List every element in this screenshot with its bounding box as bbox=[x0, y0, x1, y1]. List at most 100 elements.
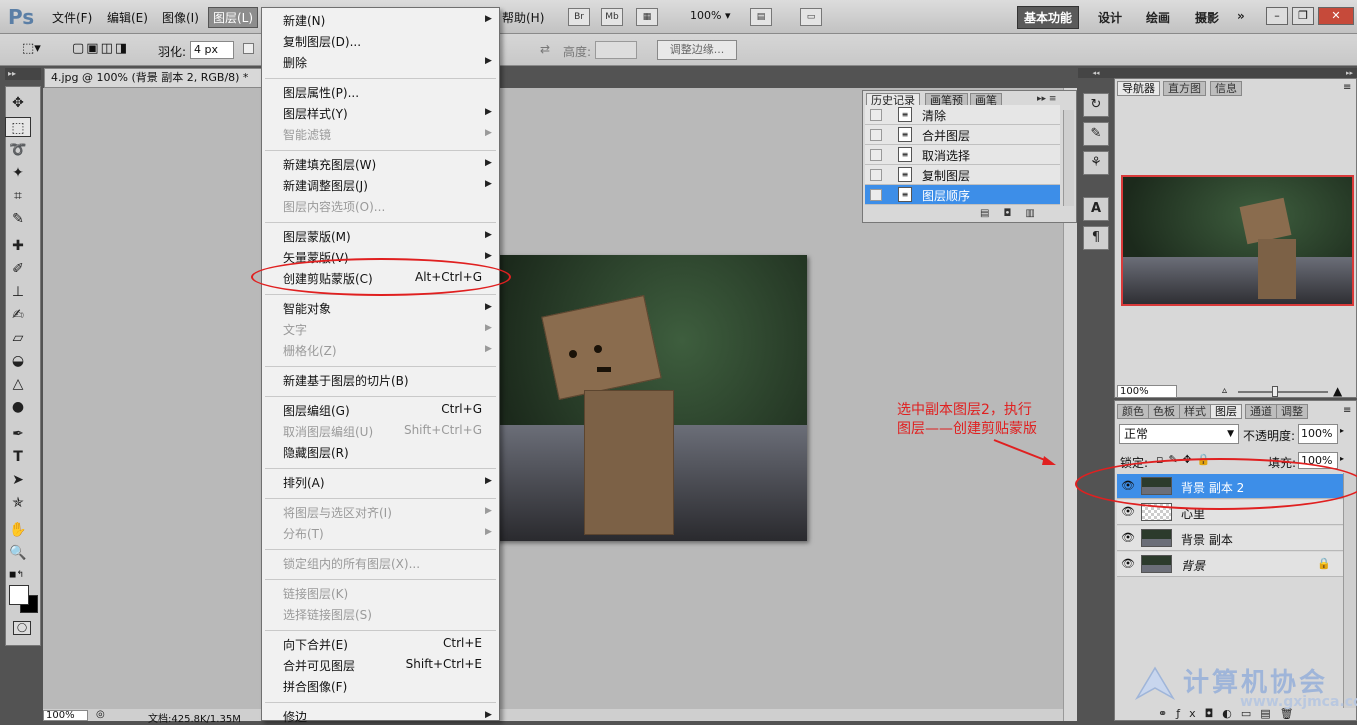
menu-item[interactable]: 拼合图像(F) bbox=[283, 678, 347, 695]
antialias-checkbox[interactable] bbox=[243, 43, 254, 54]
blend-mode-select[interactable]: 正常 ▼ bbox=[1119, 424, 1239, 444]
tab-layers[interactable]: 图层 bbox=[1210, 404, 1242, 419]
menu-layer[interactable]: 图层(L) bbox=[208, 7, 259, 28]
swap-icon[interactable]: ⇄ bbox=[540, 42, 550, 56]
menu-item[interactable]: 修边 bbox=[283, 708, 307, 725]
menu-item[interactable]: 智能对象 bbox=[283, 300, 331, 317]
menu-item[interactable]: 向下合并(E) bbox=[283, 636, 348, 653]
menu-item[interactable]: 删除 bbox=[283, 54, 307, 71]
bridge-button[interactable]: Br bbox=[568, 8, 590, 26]
layer-thumbnail[interactable] bbox=[1141, 529, 1172, 547]
menu-item[interactable]: 新建填充图层(W) bbox=[283, 156, 376, 173]
status-zoom-input[interactable]: 100% bbox=[43, 710, 88, 721]
tab-info[interactable]: 信息 bbox=[1210, 81, 1242, 96]
layer-row[interactable]: 👁 背景 副本 bbox=[1117, 526, 1343, 551]
paint-bucket-tool-icon[interactable]: ◒ bbox=[5, 351, 31, 371]
dodge-tool-icon[interactable]: ● bbox=[5, 397, 31, 417]
layers-scrollbar[interactable] bbox=[1343, 473, 1356, 708]
crop-tool-icon[interactable]: ⌗ bbox=[5, 186, 31, 206]
tab-adjustments[interactable]: 调整 bbox=[1276, 404, 1308, 419]
history-row[interactable]: ≡ 图层顺序 bbox=[865, 185, 1060, 205]
menu-item[interactable]: 合并可见图层 bbox=[283, 657, 355, 674]
menu-item[interactable]: 图层蒙版(M) bbox=[283, 228, 351, 245]
menu-item[interactable]: 图层属性(P)... bbox=[283, 84, 359, 101]
blur-tool-icon[interactable]: △ bbox=[5, 374, 31, 394]
tab-channels[interactable]: 通道 bbox=[1245, 404, 1277, 419]
menu-edit[interactable]: 编辑(E) bbox=[107, 9, 148, 26]
workspace-basic[interactable]: 基本功能 bbox=[1017, 6, 1080, 29]
history-snapshot-checkbox[interactable] bbox=[870, 189, 882, 201]
menu-image[interactable]: 图像(I) bbox=[162, 9, 199, 26]
type-tool-icon[interactable]: T bbox=[5, 447, 31, 467]
history-snapshot-checkbox[interactable] bbox=[870, 169, 882, 181]
opacity-arrow-icon[interactable]: ▸ bbox=[1340, 426, 1344, 435]
menu-file[interactable]: 文件(F) bbox=[52, 9, 92, 26]
feather-input[interactable]: 4 px bbox=[190, 41, 234, 59]
tab-swatches[interactable]: 色板 bbox=[1148, 404, 1180, 419]
history-footer-icons[interactable]: ▤◘▥ bbox=[980, 208, 1049, 219]
layer-name[interactable]: 背景 副本 bbox=[1181, 531, 1233, 548]
restore-icon[interactable]: ❐ bbox=[1292, 7, 1314, 25]
navigator-zoom-slider[interactable] bbox=[1238, 391, 1328, 393]
history-snapshot-checkbox[interactable] bbox=[870, 149, 882, 161]
path-select-tool-icon[interactable]: ➤ bbox=[5, 470, 31, 490]
layer-row[interactable]: 👁 背景 🔒 bbox=[1117, 552, 1343, 577]
history-row[interactable]: ≡ 合并图层 bbox=[865, 125, 1060, 145]
navigator-collapse-icon[interactable]: ▸▸ bbox=[1114, 68, 1357, 78]
selection-mode-icons[interactable]: ▢▣◫◨ bbox=[72, 41, 129, 56]
workspace-photo[interactable]: 摄影 bbox=[1195, 9, 1219, 26]
clone-stamp-tool-icon[interactable]: ⊥ bbox=[5, 282, 31, 302]
layer-thumbnail[interactable] bbox=[1141, 555, 1172, 573]
brush-tool-icon[interactable]: ✐ bbox=[5, 259, 31, 279]
eye-visibility-icon[interactable]: 👁 bbox=[1120, 531, 1136, 545]
status-info-icon[interactable]: ◎ bbox=[96, 709, 105, 720]
menu-item[interactable]: 排列(A) bbox=[283, 474, 325, 491]
clone-source-dock-icon[interactable]: ⚘ bbox=[1083, 151, 1109, 175]
pen-tool-icon[interactable]: ✒ bbox=[5, 424, 31, 444]
menu-item[interactable]: 复制图层(D)... bbox=[283, 33, 361, 50]
paragraph-dock-icon[interactable]: ¶ bbox=[1083, 226, 1109, 250]
layers-menu-icon[interactable]: ≡ bbox=[1343, 405, 1351, 416]
refine-edge-button[interactable]: 调整边缘... bbox=[657, 40, 737, 60]
navigator-zoom-input[interactable]: 100% bbox=[1117, 385, 1177, 398]
swap-colors-icon[interactable]: ◼↰ bbox=[9, 570, 24, 580]
zoom-out-icon[interactable]: ▵ bbox=[1222, 385, 1227, 396]
menu-item[interactable]: 新建(N) bbox=[283, 12, 325, 29]
history-brush-tool-icon[interactable]: ✍ bbox=[5, 305, 31, 325]
workspace-paint[interactable]: 绘画 bbox=[1146, 9, 1170, 26]
navigator-thumbnail[interactable] bbox=[1121, 175, 1354, 306]
history-row[interactable]: ≡ 取消选择 bbox=[865, 145, 1060, 165]
quick-select-tool-icon[interactable]: ✦ bbox=[5, 163, 31, 183]
history-scrollbar[interactable] bbox=[1063, 110, 1074, 206]
view-extras-button[interactable]: ▦ bbox=[636, 8, 658, 26]
height-input[interactable] bbox=[595, 41, 637, 59]
foreground-color-swatch[interactable] bbox=[9, 585, 29, 605]
hand-tool-icon[interactable]: ✋ bbox=[5, 520, 31, 540]
eraser-tool-icon[interactable]: ▱ bbox=[5, 328, 31, 348]
lasso-tool-icon[interactable]: ➰ bbox=[5, 140, 31, 160]
tab-styles[interactable]: 样式 bbox=[1179, 404, 1211, 419]
close-icon[interactable]: ✕ bbox=[1318, 7, 1354, 25]
menu-help[interactable]: 帮助(H) bbox=[502, 9, 544, 26]
menu-item[interactable]: 图层编组(G) bbox=[283, 402, 350, 419]
navigator-zoom-handle[interactable] bbox=[1272, 386, 1278, 397]
document-photo[interactable] bbox=[494, 255, 807, 541]
eye-visibility-icon[interactable]: 👁 bbox=[1120, 557, 1136, 571]
tab-histogram[interactable]: 直方图 bbox=[1163, 81, 1206, 96]
workspace-more-icon[interactable]: » bbox=[1237, 9, 1245, 23]
marquee-preset-icon[interactable]: ⬚▾ bbox=[22, 41, 41, 56]
brush-dock-icon[interactable]: ✎ bbox=[1083, 122, 1109, 146]
tab-navigator[interactable]: 导航器 bbox=[1117, 81, 1160, 96]
arrange-documents-button[interactable]: ▤ bbox=[750, 8, 772, 26]
tab-color[interactable]: 颜色 bbox=[1117, 404, 1149, 419]
toolbox-collapse-icon[interactable]: ▸▸ bbox=[5, 68, 41, 80]
shape-tool-icon[interactable]: ✯ bbox=[5, 493, 31, 513]
fill-arrow-icon[interactable]: ▸ bbox=[1340, 454, 1344, 463]
history-snapshot-checkbox[interactable] bbox=[870, 129, 882, 141]
eyedropper-tool-icon[interactable]: ✎ bbox=[5, 209, 31, 229]
zoom-level-select[interactable]: 100% ▾ bbox=[690, 9, 730, 22]
document-tab[interactable]: 4.jpg @ 100% (背景 副本 2, RGB/8) * bbox=[44, 68, 264, 88]
quick-mask-icon[interactable]: ◯ bbox=[13, 621, 31, 635]
menu-item[interactable]: 新建基于图层的切片(B) bbox=[283, 372, 409, 389]
move-tool-icon[interactable]: ✥ bbox=[5, 93, 31, 113]
